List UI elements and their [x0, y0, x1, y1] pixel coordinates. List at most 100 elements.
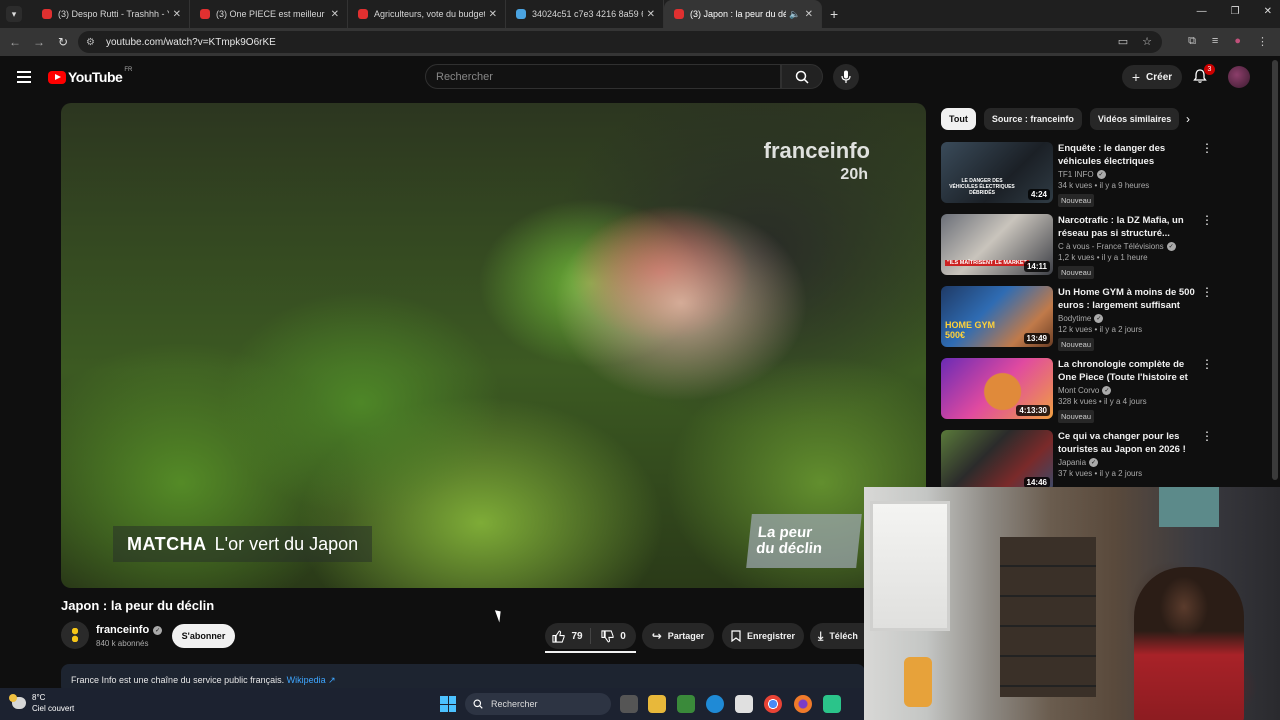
browser-tab[interactable]: (3) One PIECE est meilleur sans ✕	[190, 0, 348, 28]
cloud-icon	[9, 694, 26, 709]
like-progress-underline	[545, 651, 636, 653]
weather-widget[interactable]: 8°C Ciel couvert	[9, 692, 74, 714]
recommendation-channel: Mont Corvo	[1058, 386, 1100, 395]
chevron-right-icon[interactable]: ›	[1186, 112, 1190, 126]
tab-search-icon[interactable]: ▾	[6, 6, 22, 22]
recommendation-title: Narcotrafic : la DZ Mafia, un réseau pas…	[1058, 215, 1184, 239]
verified-icon: ✓	[1166, 242, 1176, 251]
share-label: Partager	[667, 631, 705, 641]
more-options-icon[interactable]: ⋮	[1201, 358, 1213, 370]
video-thumbnail[interactable]: HOME GYM 500€ 13:49	[941, 286, 1053, 347]
profile-icon[interactable]: ●	[1234, 35, 1241, 48]
file-explorer-icon[interactable]	[648, 695, 666, 713]
share-button[interactable]: ↪ Partager	[642, 623, 714, 649]
browser-tab[interactable]: (3) Despo Rutti - Trashhh - YouTube ✕	[32, 0, 190, 28]
chip-all[interactable]: Tout	[941, 108, 976, 130]
recommendation-channel: TF1 INFO	[1058, 170, 1094, 179]
task-view-icon[interactable]	[620, 695, 638, 713]
chrome-icon[interactable]	[764, 695, 782, 713]
video-thumbnail[interactable]: 4:13:30	[941, 358, 1053, 419]
extensions-icon[interactable]: ⧉	[1188, 35, 1196, 48]
forward-icon[interactable]: →	[27, 35, 51, 49]
chip-source[interactable]: Source : franceinfo	[983, 108, 1082, 130]
voice-search-button[interactable]	[833, 64, 859, 90]
recommendation-meta: 328 k vues • il y a 4 jours	[1058, 397, 1147, 406]
browser-tab[interactable]: 34024c51 c7e3 4216 8a59 6e97 ✕	[506, 0, 664, 28]
site-info-icon[interactable]: ⚙	[86, 37, 100, 48]
channel-avatar[interactable]	[61, 621, 89, 649]
bookmark-star-icon[interactable]: ☆	[1142, 35, 1152, 48]
create-button[interactable]: + Créer	[1122, 65, 1182, 89]
minimize-icon[interactable]: —	[1197, 6, 1207, 17]
cast-icon[interactable]: ▭	[1118, 35, 1128, 48]
back-icon[interactable]: ←	[3, 35, 27, 49]
watermark-brand: franceinfo	[763, 138, 870, 163]
video-player[interactable]: franceinfo 20h MATCHA L'or vert du Japon…	[61, 103, 926, 588]
like-button[interactable]: 79	[545, 628, 591, 644]
firefox-icon[interactable]	[794, 695, 812, 713]
recommendation-item[interactable]: "ILS MAÎTRISENT LE MARKET 14:11 Narcotra…	[941, 214, 1213, 279]
taskbar-search[interactable]: Rechercher	[465, 693, 611, 715]
search-input[interactable]: Rechercher	[425, 64, 781, 89]
video-thumbnail[interactable]: LE DANGER DES VÉHICULES ÉLECTRIQUES DÉBR…	[941, 142, 1053, 203]
windows-start-icon[interactable]	[440, 696, 456, 712]
video-thumbnail[interactable]: 14:46	[941, 430, 1053, 491]
store-icon[interactable]	[735, 695, 753, 713]
subscribe-button[interactable]: S'abonner	[172, 624, 235, 648]
new-badge: Nouveau	[1058, 338, 1095, 351]
close-window-icon[interactable]: ✕	[1264, 6, 1272, 17]
segment-tag: La peur du déclin	[746, 514, 862, 568]
search-button[interactable]	[781, 64, 823, 89]
notifications-button[interactable]: 3	[1192, 64, 1215, 86]
url-bar[interactable]: ⚙ youtube.com/watch?v=KTmpk9O6rKE ▭ ☆	[78, 31, 1162, 53]
url-text: youtube.com/watch?v=KTmpk9O6rKE	[106, 36, 276, 48]
wikipedia-link[interactable]: Wikipedia ↗	[287, 675, 336, 685]
speaker-icon[interactable]: 🔈	[789, 9, 800, 20]
chrome-menu-icon[interactable]: ⋮	[1257, 35, 1268, 48]
more-options-icon[interactable]: ⋮	[1201, 142, 1213, 154]
download-button[interactable]: ⤓ Téléch	[810, 623, 872, 649]
close-icon[interactable]: ✕	[647, 9, 655, 20]
new-tab-icon[interactable]: +	[830, 6, 838, 22]
chip-similar[interactable]: Vidéos similaires	[1089, 108, 1180, 130]
recommendation-title: Ce qui va changer pour les touristes au …	[1058, 431, 1186, 455]
recommendation-item[interactable]: LE DANGER DES VÉHICULES ÉLECTRIQUES DÉBR…	[941, 142, 1213, 207]
youtube-play-icon	[48, 70, 66, 84]
recommendation-item[interactable]: 4:13:30 La chronologie complète de One P…	[941, 358, 1213, 423]
media-control-icon[interactable]: ≡	[1212, 35, 1218, 48]
browser-tab-active[interactable]: (3) Japon : la peur du déclin 🔈 ✕	[664, 0, 822, 28]
more-options-icon[interactable]: ⋮	[1201, 430, 1213, 442]
youtube-icon	[200, 9, 210, 19]
menu-icon[interactable]	[17, 71, 31, 83]
save-label: Enregistrer	[746, 631, 796, 641]
app-icon[interactable]	[823, 695, 841, 713]
channel-name-row[interactable]: franceinfo ✓	[96, 624, 163, 636]
close-icon[interactable]: ✕	[805, 9, 813, 20]
download-icon: ⤓	[818, 628, 824, 643]
recommendation-item[interactable]: HOME GYM 500€ 13:49 Un Home GYM à moins …	[941, 286, 1213, 351]
edge-icon[interactable]	[706, 695, 724, 713]
browser-tab[interactable]: Agriculteurs, vote du budget ✕	[348, 0, 506, 28]
reload-icon[interactable]: ↻	[51, 35, 75, 49]
search-icon	[795, 70, 809, 84]
verified-icon: ✓	[1096, 170, 1106, 179]
account-avatar[interactable]	[1228, 66, 1250, 88]
recommendation-title: Un Home GYM à moins de 500 euros : large…	[1058, 287, 1195, 311]
filter-chips: Tout Source : franceinfo Vidéos similair…	[941, 108, 1180, 130]
nvidia-icon[interactable]	[677, 695, 695, 713]
close-icon[interactable]: ✕	[331, 9, 339, 20]
video-thumbnail[interactable]: "ILS MAÎTRISENT LE MARKET 14:11	[941, 214, 1053, 275]
save-button[interactable]: Enregistrer	[722, 623, 804, 649]
maximize-icon[interactable]: ❐	[1231, 6, 1240, 17]
youtube-logo[interactable]: YouTube FR	[48, 67, 132, 85]
recommendation-item[interactable]: 14:46 Ce qui va changer pour les tourist…	[941, 430, 1213, 494]
youtube-icon	[674, 9, 684, 19]
dislike-button[interactable]: 0	[591, 629, 636, 643]
page-scrollbar[interactable]	[1272, 60, 1278, 480]
close-icon[interactable]: ✕	[173, 9, 181, 20]
more-options-icon[interactable]: ⋮	[1201, 286, 1213, 298]
more-options-icon[interactable]: ⋮	[1201, 214, 1213, 226]
close-icon[interactable]: ✕	[489, 9, 497, 20]
new-badge: Nouveau	[1058, 194, 1095, 207]
recommendation-channel-row: TF1 INFO ✓	[1058, 170, 1198, 179]
